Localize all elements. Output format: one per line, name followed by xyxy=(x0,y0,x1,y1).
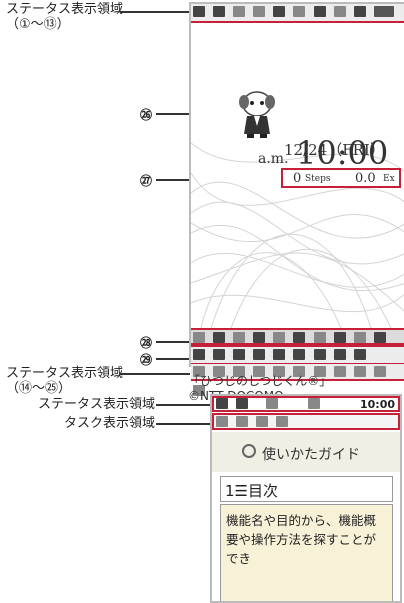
callout-29-leader xyxy=(156,358,190,360)
status-area-2-label: ステータス表示領域 xyxy=(38,397,156,412)
lock-icon xyxy=(266,398,279,409)
task-area-label: タスク表示領域 xyxy=(64,416,156,431)
alarm-icon xyxy=(333,6,346,17)
status-area-2-leader xyxy=(156,404,212,406)
status-area-top-label: ステータス表示領域 （①～⑬） xyxy=(6,2,123,32)
status-area-bottom-label: ステータス表示領域 （⑭～㉕） xyxy=(6,366,123,396)
guide-description: 機能名や目的から、機能概要や操作方法を探すことができ xyxy=(220,504,393,601)
schedule-icon xyxy=(213,349,226,360)
steps-unit: Steps xyxy=(305,174,331,184)
status-area-top-range: （①～⑬） xyxy=(6,17,70,32)
mail-icon xyxy=(313,332,326,343)
memo-icon xyxy=(253,349,266,360)
bluetooth-icon xyxy=(353,366,366,377)
character-illustration xyxy=(239,91,275,138)
notice-icon xyxy=(353,332,366,343)
signal-icon xyxy=(213,6,226,17)
status-bar-top xyxy=(191,4,404,23)
call-icon xyxy=(273,332,286,343)
cursor-icon xyxy=(216,416,228,427)
search-icon xyxy=(276,416,289,427)
guide-status-bar: 10:00 xyxy=(212,396,400,412)
status-area-bottom-leader xyxy=(120,373,190,375)
status-row-28 xyxy=(191,328,404,362)
status-area-bottom-range: （⑭～㉕） xyxy=(6,381,72,396)
callout-29: ㉙ xyxy=(140,353,153,367)
count-icon xyxy=(373,332,386,343)
status-area-top-title: ステータス表示領域 xyxy=(6,2,124,17)
lock-icon xyxy=(273,6,286,17)
callout-26: ㉖ xyxy=(140,108,153,122)
move-icon xyxy=(333,366,346,377)
mail-icon xyxy=(308,398,321,409)
toc-label: 1☰目次 xyxy=(225,482,278,500)
toc-item[interactable]: 1☰目次 xyxy=(220,476,393,502)
ampm-display: a.m. xyxy=(258,151,289,167)
status-area-bottom-title: ステータス表示領域 xyxy=(6,366,124,381)
callout-28-leader xyxy=(156,341,190,343)
task-area-leader xyxy=(156,423,212,425)
status-row-29 xyxy=(191,345,404,365)
guide-time: 10:00 xyxy=(359,398,395,411)
calendar-icon xyxy=(313,6,326,17)
phone-icon xyxy=(236,416,249,427)
guide-header: 使いかたガイド xyxy=(212,432,400,472)
message-icon xyxy=(233,332,246,343)
mail-icon xyxy=(293,6,306,17)
info-icon xyxy=(233,6,246,17)
battery-icon xyxy=(193,6,205,17)
manner-icon xyxy=(253,6,266,17)
phone-icon xyxy=(353,6,366,17)
key-icon xyxy=(313,349,326,360)
count-icon xyxy=(253,332,266,343)
ex-value: 0.0 xyxy=(355,171,376,186)
callout-28: ㉘ xyxy=(140,336,153,350)
status-area-top-leader xyxy=(120,11,190,13)
task-bar xyxy=(212,413,400,430)
clock-icon xyxy=(193,349,205,360)
help-icon xyxy=(353,349,366,360)
list-icon xyxy=(256,416,269,427)
count-icon xyxy=(333,332,346,343)
count-icon xyxy=(293,332,306,343)
callout-27: ㉗ xyxy=(140,174,153,188)
count-icon xyxy=(213,332,226,343)
time-display: 10:00 xyxy=(296,134,389,172)
guide-screen: 10:00 使いかたガイド 1☰目次 機能名や目的から、機能概要や操作方法を探す… xyxy=(210,394,402,603)
list-icon xyxy=(233,349,246,360)
search-icon xyxy=(333,349,346,360)
guide-icon xyxy=(242,444,256,458)
battery-icon xyxy=(216,398,228,409)
offline-icon xyxy=(373,6,394,17)
volume-icon xyxy=(193,332,205,343)
tool-icon xyxy=(293,349,306,360)
steps-value: 0 xyxy=(293,171,302,186)
guide-title: 使いかたガイド xyxy=(262,447,360,463)
sd-card-icon xyxy=(373,366,386,377)
pedometer-box: 0 Steps 0.0 Ex xyxy=(281,168,401,188)
credit-line-1: 「ひつじのしつじくん®」 xyxy=(188,374,332,388)
ex-unit: Ex xyxy=(383,174,395,184)
calendar-icon xyxy=(273,349,286,360)
signal-icon xyxy=(236,398,249,409)
